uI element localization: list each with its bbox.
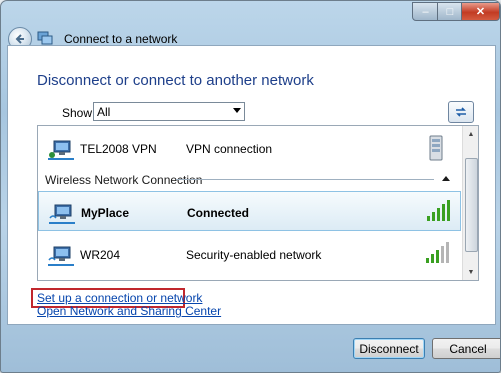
chevron-down-icon bbox=[233, 108, 241, 113]
network-sharing-center-link[interactable]: Open Network and Sharing Center bbox=[37, 305, 221, 318]
close-button[interactable]: ✕ bbox=[461, 2, 500, 21]
signal-strength-icon bbox=[426, 242, 449, 263]
scroll-down-arrow-icon[interactable]: ▼ bbox=[463, 264, 478, 280]
group-header-wireless: Wireless Network Connection bbox=[45, 173, 203, 187]
show-filter-select[interactable]: All bbox=[93, 102, 245, 121]
network-name: WR204 bbox=[80, 248, 121, 262]
dialog-window: Connect to a network – □ ✕ Disconnect or… bbox=[0, 0, 501, 373]
server-icon bbox=[429, 135, 443, 161]
button-bar: Disconnect Cancel bbox=[7, 324, 500, 366]
collapse-chevron-up-icon[interactable] bbox=[442, 175, 450, 181]
show-label: Show bbox=[62, 106, 93, 120]
cancel-button[interactable]: Cancel bbox=[432, 338, 500, 359]
window-title: Connect to a network bbox=[64, 32, 178, 46]
maximize-button[interactable]: □ bbox=[437, 2, 463, 21]
network-row-vpn[interactable]: TEL2008 VPN VPN connection bbox=[38, 128, 461, 168]
network-name: TEL2008 VPN bbox=[80, 142, 157, 156]
network-list: TEL2008 VPN VPN connection Wireless Netw… bbox=[37, 125, 479, 281]
title-bar: Connect to a network – □ ✕ bbox=[1, 1, 500, 51]
scroll-up-arrow-icon[interactable]: ▲ bbox=[463, 126, 478, 142]
group-divider bbox=[176, 179, 434, 180]
network-row-myplace[interactable]: MyPlace Connected bbox=[38, 191, 461, 231]
network-name: MyPlace bbox=[81, 206, 130, 220]
refresh-icon bbox=[456, 107, 466, 117]
scrollbar-thumb[interactable] bbox=[465, 158, 478, 252]
network-status: VPN connection bbox=[186, 142, 273, 156]
network-row-wr204[interactable]: WR204 Security-enabled network bbox=[38, 234, 461, 274]
network-icon bbox=[37, 31, 53, 45]
refresh-button[interactable] bbox=[448, 101, 474, 123]
content-panel: Disconnect or connect to another network… bbox=[7, 45, 496, 325]
show-filter-value: All bbox=[97, 105, 111, 119]
back-arrow-icon bbox=[15, 34, 24, 44]
network-status: Security-enabled network bbox=[186, 248, 322, 262]
signal-strength-icon bbox=[427, 200, 450, 221]
network-status: Connected bbox=[187, 206, 250, 220]
vpn-network-icon bbox=[48, 140, 74, 160]
minimize-button[interactable]: – bbox=[412, 2, 439, 21]
wireless-network-icon bbox=[49, 204, 75, 224]
page-title: Disconnect or connect to another network bbox=[37, 72, 314, 89]
task-links: Set up a connection or network Open Netw… bbox=[37, 292, 221, 318]
disconnect-button[interactable]: Disconnect bbox=[353, 338, 425, 359]
list-scrollbar[interactable]: ▲ ▼ bbox=[462, 126, 478, 280]
wireless-network-icon bbox=[48, 246, 74, 266]
